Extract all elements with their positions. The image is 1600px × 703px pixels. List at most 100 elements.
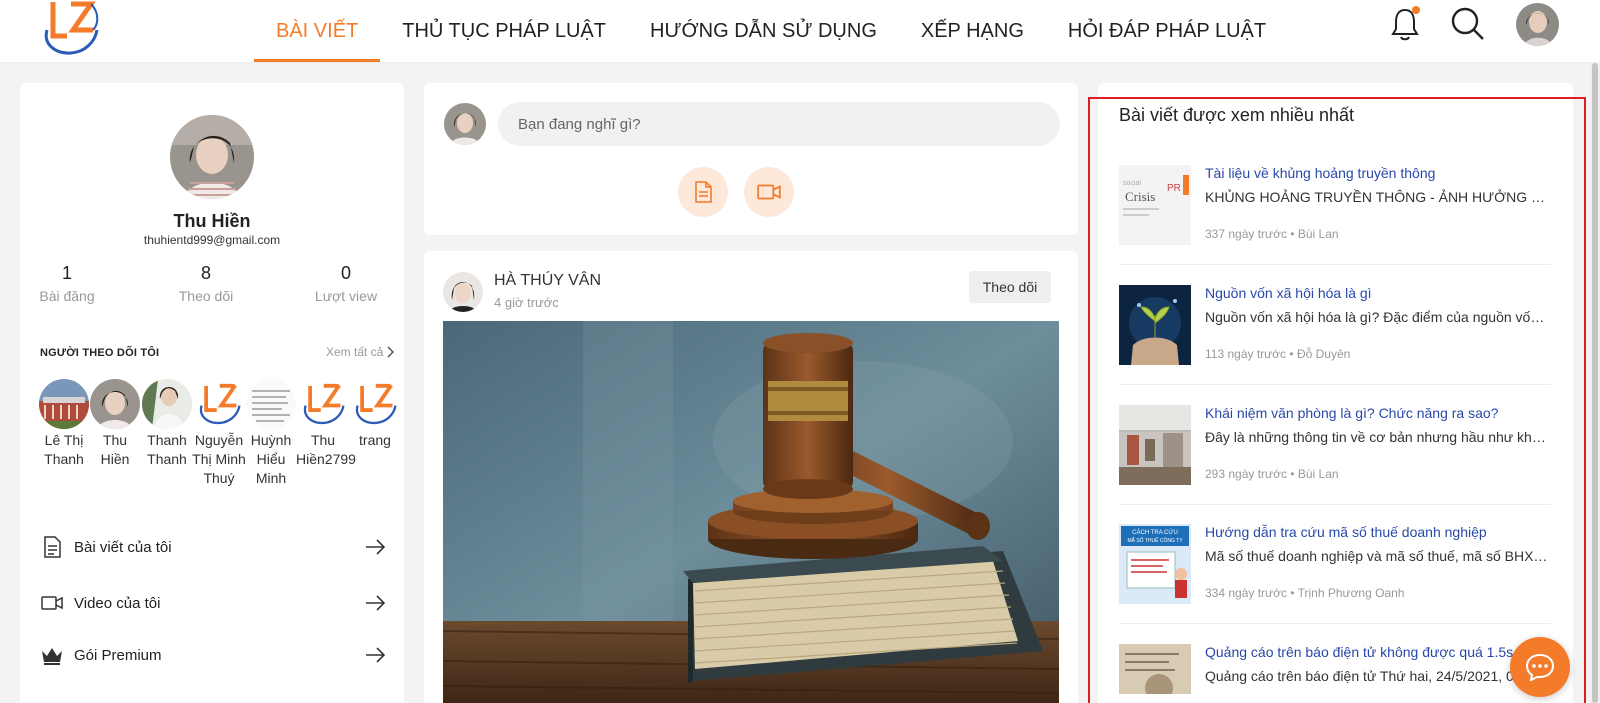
meta-separator: • [1290,467,1295,481]
chevron-right-icon [387,346,395,358]
follower-avatar [246,379,296,429]
nav-xep-hang[interactable]: XẾP HẠNG [899,0,1046,63]
nav-thu-tuc-phap-luat[interactable]: THỦ TỤC PHÁP LUẬT [380,0,628,63]
article-title[interactable]: Tài liệu về khủng hoảng truyền thông [1205,165,1551,181]
article-thumbnail[interactable]: social Crisis PR [1119,165,1191,245]
article-item[interactable]: Khái niệm văn phòng là gì? Chức năng ra … [1119,405,1551,515]
crown-icon [42,648,62,665]
menu-label: Video của tôi [74,594,161,612]
article-time: 113 ngày trước [1205,347,1287,361]
article-thumbnail[interactable] [1119,405,1191,485]
article-author[interactable]: Bùi Lan [1298,467,1339,481]
article-excerpt: Đây là những thông tin về cơ bản nhưng h… [1205,429,1551,445]
site-logo[interactable] [37,0,103,56]
post-author-name[interactable]: HÀ THÚY VÂN [494,272,601,290]
thumb-text-tax-1: CÁCH TRA CỨU [1132,529,1178,536]
search-button[interactable] [1450,6,1486,42]
follower-item[interactable]: trang [348,379,402,450]
chat-button[interactable] [1510,637,1570,697]
thumb-text-pr: PR [1167,183,1181,194]
follower-name: Huỳnh Hiểu Minh [250,432,292,486]
follower-avatar [194,379,244,429]
status-input[interactable] [498,102,1060,146]
article-meta: 113 ngày trước • Đỗ Duyên [1205,347,1350,361]
post-card: HÀ THÚY VÂN 4 giờ trước Theo dõi [424,251,1078,703]
follower-item[interactable]: Thu Hiền2799 [296,379,356,469]
post-image[interactable] [443,321,1059,703]
article-item[interactable]: CÁCH TRA CỨU MÃ SỐ THUẾ CÔNG TY Hướng dẫn… [1119,524,1551,634]
menu-my-posts[interactable]: Bài viết của tôi [40,532,386,562]
follower-avatar [142,379,192,429]
article-thumbnail[interactable]: CÁCH TRA CỨU MÃ SỐ THUẾ CÔNG TY [1119,524,1191,604]
divider [1119,264,1551,265]
follower-item[interactable]: Thanh Thanh [140,379,194,469]
scrollbar-thumb[interactable] [1592,63,1598,703]
stat-value: 0 [340,263,351,283]
post-time: 4 giờ trước [494,295,559,310]
stat-views: 0 Lượt view [291,263,401,304]
article-meta: 334 ngày trước • Trịnh Phương Oanh [1205,586,1404,600]
article-title[interactable]: Nguồn vốn xã hội hóa là gì [1205,285,1551,301]
menu-premium[interactable]: Gói Premium [40,640,386,670]
add-post-button[interactable] [678,167,728,217]
post-author-avatar[interactable] [443,272,483,312]
article-title[interactable]: Quảng cáo trên báo điện tử không được qu… [1205,644,1551,660]
article-thumbnail[interactable] [1119,285,1191,365]
nav-hoi-dap-phap-luat[interactable]: HỎI ĐÁP PHÁP LUẬT [1046,0,1288,63]
profile-card: Thu Hiền thuhientd999@gmail.com 1 Bài đă… [20,83,404,703]
chat-bubble-icon [1525,653,1555,681]
follower-item[interactable]: Lê Thị Thanh [37,379,91,469]
stat-value: 1 [61,263,72,283]
menu-my-videos[interactable]: Video của tôi [40,588,386,618]
stat-following: 8 Theo dõi [151,263,261,304]
follow-button[interactable]: Theo dõi [969,271,1051,303]
follower-item[interactable]: Thu Hiền [88,379,142,469]
follower-item[interactable]: Huỳnh Hiểu Minh [244,379,298,488]
page-scrollbar[interactable] [1590,63,1600,703]
article-thumbnail[interactable] [1119,644,1191,694]
see-all-label: Xem tất cả [326,345,384,359]
article-item[interactable]: Nguồn vốn xã hội hóa là gì Nguồn vốn xã … [1119,285,1551,395]
article-title[interactable]: Hướng dẫn tra cứu mã số thuế doanh nghiệ… [1205,524,1551,540]
notification-button[interactable] [1389,6,1421,42]
article-time: 293 ngày trước [1205,467,1287,481]
profile-name: Thu Hiền [173,211,251,231]
add-video-button[interactable] [744,167,794,217]
user-avatar[interactable] [1516,3,1559,46]
stat-label: Theo dõi [178,288,234,304]
follower-item[interactable]: Nguyễn Thị Minh Thuý [192,379,246,488]
divider [1119,623,1551,624]
see-all-followers-link[interactable]: Xem tất cả [326,345,395,359]
article-author[interactable]: Bùi Lan [1298,227,1339,241]
arrow-right-icon [366,595,386,611]
article-item[interactable]: Quảng cáo trên báo điện tử không được qu… [1119,644,1551,694]
menu-label: Bài viết của tôi [74,538,172,556]
article-title[interactable]: Khái niệm văn phòng là gì? Chức năng ra … [1205,405,1551,421]
article-author[interactable]: Trịnh Phương Oanh [1298,586,1405,600]
arrow-right-icon [366,647,386,663]
nav-bai-viet[interactable]: BÀI VIẾT [254,0,381,63]
divider [1119,504,1551,505]
follower-avatar [350,379,400,429]
follower-avatar [298,379,348,429]
nav-huong-dan-su-dung[interactable]: HƯỚNG DẪN SỬ DỤNG [628,0,899,63]
gavel-image [443,321,1059,703]
article-meta: 337 ngày trước • Bùi Lan [1205,227,1339,241]
meta-separator: • [1290,586,1295,600]
document-icon [44,536,61,558]
follower-avatar [90,379,140,429]
follower-avatar [39,379,89,429]
top-header: BÀI VIẾT THỦ TỤC PHÁP LUẬT HƯỚNG DẪN SỬ … [0,0,1600,63]
thumb-text-tax-2: MÃ SỐ THUẾ CÔNG TY [1127,537,1183,544]
article-author[interactable]: Đỗ Duyên [1297,347,1350,361]
article-excerpt: Quảng cáo trên báo điện tử Thứ hai, 24/5… [1205,668,1542,684]
profile-email: thuhientd999@gmail.com [143,233,281,247]
article-item[interactable]: social Crisis PR Tài liệu về khủng hoảng t… [1119,165,1551,275]
divider [1119,384,1551,385]
thumb-text-crisis: Crisis [1125,189,1155,204]
profile-avatar[interactable] [170,115,254,199]
article-excerpt: Mã số thuế doanh nghiệp và mã số thuế, m… [1205,548,1551,564]
main-nav: BÀI VIẾT THỦ TỤC PHÁP LUẬT HƯỚNG DẪN SỬ … [254,0,1288,63]
article-excerpt: Nguồn vốn xã hội hóa là gì? Đặc điểm của… [1205,309,1551,325]
post-composer [424,83,1078,235]
